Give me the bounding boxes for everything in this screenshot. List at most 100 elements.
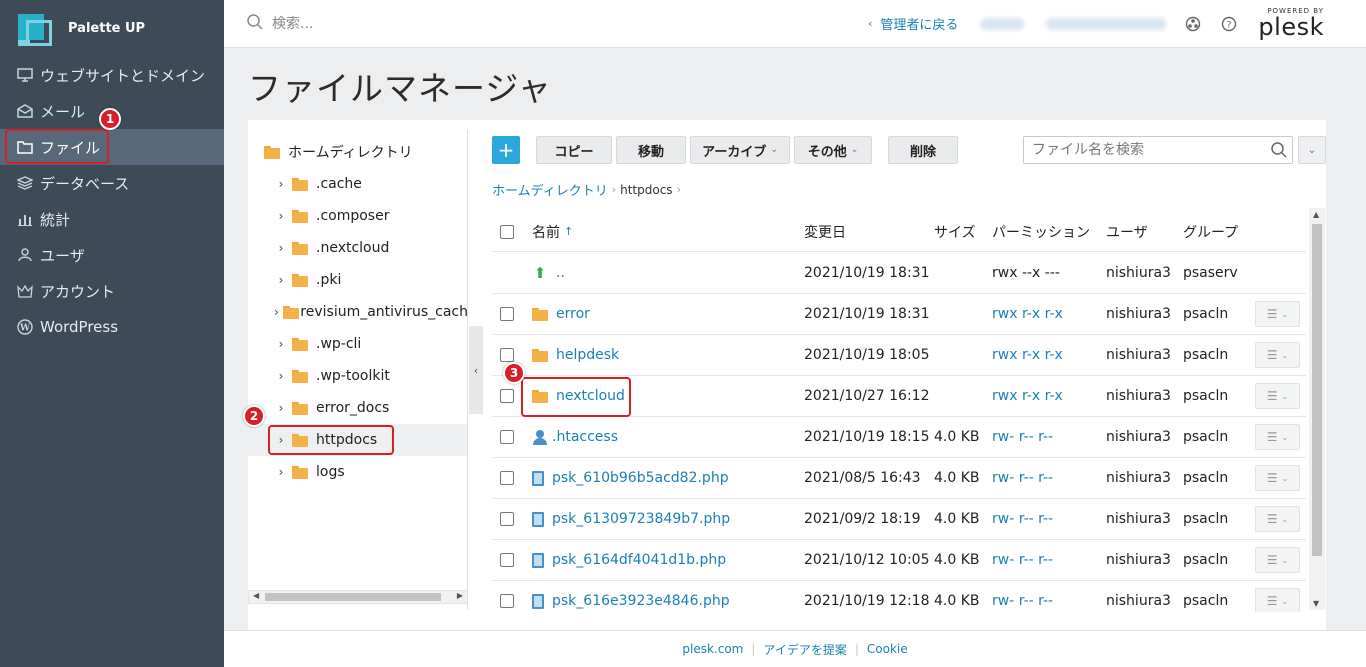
- search-icon[interactable]: [1270, 141, 1288, 163]
- file-name-link[interactable]: error: [556, 306, 590, 322]
- table-row[interactable]: helpdesk 2021/10/19 18:05 rwx r-x r-x ni…: [492, 335, 1306, 376]
- delete-button[interactable]: 削除: [888, 136, 958, 164]
- tree-item[interactable]: › .nextcloud: [248, 232, 467, 264]
- row-actions-button[interactable]: ☰ ⌄: [1255, 383, 1300, 409]
- add-button[interactable]: +: [492, 136, 520, 164]
- column-header-name[interactable]: 名前 ↑: [532, 222, 573, 242]
- tree-item[interactable]: › .wp-toolkit: [248, 360, 467, 392]
- scrollbar-thumb[interactable]: [265, 593, 441, 601]
- file-name-link[interactable]: helpdesk: [556, 347, 619, 363]
- scroll-left-icon[interactable]: ◀: [253, 591, 259, 600]
- scroll-up-icon[interactable]: ▲: [1313, 210, 1319, 219]
- back-to-admin-link[interactable]: ‹ 管理者に戻る: [868, 14, 958, 33]
- tree-horizontal-scrollbar[interactable]: ◀ ▶: [248, 590, 468, 604]
- tree-collapse-button[interactable]: ‹: [469, 326, 483, 414]
- row-actions-button[interactable]: ☰ ⌄: [1255, 465, 1300, 491]
- permission-link[interactable]: rw- r-- r--: [992, 470, 1053, 486]
- row-checkbox[interactable]: [500, 307, 514, 321]
- row-actions-button[interactable]: ☰ ⌄: [1255, 588, 1300, 612]
- sidebar-item-databases[interactable]: データベース: [0, 165, 224, 201]
- file-name-cell[interactable]: psk_61309723849b7.php: [532, 511, 730, 527]
- scroll-right-icon[interactable]: ▶: [457, 591, 463, 600]
- file-name-link[interactable]: psk_616e3923e4846.php: [552, 593, 730, 609]
- permission-link[interactable]: rwx r-x r-x: [992, 306, 1063, 322]
- tree-item[interactable]: › .composer: [248, 200, 467, 232]
- tree-item[interactable]: › .pki: [248, 264, 467, 296]
- column-header-permission[interactable]: パーミッション: [992, 222, 1090, 242]
- copy-button[interactable]: コピー: [536, 136, 612, 164]
- sidebar-item-wordpress[interactable]: W WordPress: [0, 309, 224, 345]
- table-row[interactable]: ⬆ .. 2021/10/19 18:31 rwx --x --- nishiu…: [492, 253, 1306, 294]
- file-name-cell[interactable]: ⬆ ..: [532, 264, 565, 282]
- tree-item[interactable]: › error_docs: [248, 392, 467, 424]
- file-name-link[interactable]: .htaccess: [552, 429, 618, 445]
- row-checkbox[interactable]: [500, 389, 514, 403]
- select-all-checkbox[interactable]: [500, 224, 514, 239]
- brand[interactable]: Palette UP: [0, 0, 224, 56]
- chevron-right-icon[interactable]: ›: [274, 401, 288, 415]
- archive-dropdown[interactable]: アーカイブ ⌄: [690, 136, 790, 164]
- table-row[interactable]: psk_616e3923e4846.php 2021/10/19 12:18 4…: [492, 581, 1306, 612]
- table-row[interactable]: .htaccess 2021/10/19 18:15 4.0 KB rw- r-…: [492, 417, 1306, 458]
- sidebar-item-account[interactable]: アカウント: [0, 273, 224, 309]
- chevron-right-icon[interactable]: ›: [274, 177, 288, 191]
- column-header-modified[interactable]: 変更日: [804, 222, 846, 242]
- move-button[interactable]: 移動: [616, 136, 686, 164]
- global-search-input[interactable]: [272, 15, 772, 32]
- row-actions-button[interactable]: ☰ ⌄: [1255, 424, 1300, 450]
- footer-link-cookie[interactable]: Cookie: [859, 642, 916, 656]
- tree-item-root[interactable]: ホームディレクトリ: [248, 136, 467, 168]
- extensions-icon[interactable]: [1184, 15, 1202, 33]
- file-name-link[interactable]: ..: [556, 265, 565, 281]
- file-name-cell[interactable]: error: [532, 306, 590, 322]
- other-dropdown[interactable]: その他 ⌄: [794, 136, 872, 164]
- permission-link[interactable]: rwx r-x r-x: [992, 388, 1063, 404]
- sidebar-item-websites[interactable]: ウェブサイトとドメイン: [0, 57, 224, 93]
- tree-item[interactable]: › logs: [248, 456, 467, 488]
- file-name-cell[interactable]: .htaccess: [532, 429, 618, 445]
- row-actions-button[interactable]: ☰ ⌄: [1255, 547, 1300, 573]
- table-row[interactable]: psk_610b96b5acd82.php 2021/08/5 16:43 4.…: [492, 458, 1306, 499]
- scrollbar-thumb[interactable]: [1312, 224, 1322, 556]
- footer-link-idea[interactable]: アイデアを提案: [755, 641, 854, 658]
- table-vertical-scrollbar[interactable]: ▲ ▼: [1309, 208, 1325, 610]
- sidebar-item-stats[interactable]: 統計: [0, 201, 224, 237]
- blurred-account-menu[interactable]: [1046, 17, 1167, 30]
- row-checkbox[interactable]: [500, 553, 514, 567]
- chevron-right-icon[interactable]: ›: [274, 241, 288, 255]
- search-options-dropdown[interactable]: ⌄: [1298, 136, 1326, 164]
- permission-link[interactable]: rw- r-- r--: [992, 593, 1053, 609]
- column-header-user[interactable]: ユーザ: [1106, 222, 1148, 242]
- file-name-link[interactable]: psk_61309723849b7.php: [552, 511, 730, 527]
- table-row[interactable]: psk_6164df4041d1b.php 2021/10/12 10:05 4…: [492, 540, 1306, 581]
- blurred-subscription-selector[interactable]: [980, 17, 1025, 30]
- chevron-right-icon[interactable]: ›: [274, 273, 288, 287]
- table-row[interactable]: psk_61309723849b7.php 2021/09/2 18:19 4.…: [492, 499, 1306, 540]
- row-actions-button[interactable]: ☰ ⌄: [1255, 506, 1300, 532]
- tree-item[interactable]: › .wp-cli: [248, 328, 467, 360]
- row-checkbox[interactable]: [500, 430, 514, 444]
- permission-link[interactable]: rwx r-x r-x: [992, 347, 1063, 363]
- file-name-cell[interactable]: psk_610b96b5acd82.php: [532, 470, 729, 486]
- file-name-cell[interactable]: helpdesk: [532, 347, 619, 363]
- chevron-right-icon[interactable]: ›: [274, 305, 279, 319]
- row-checkbox[interactable]: [500, 348, 514, 362]
- permission-link[interactable]: rw- r-- r--: [992, 511, 1053, 527]
- row-checkbox[interactable]: [500, 594, 514, 608]
- column-header-group[interactable]: グループ: [1183, 222, 1238, 242]
- footer-link-plesk[interactable]: plesk.com: [674, 642, 751, 656]
- file-name-cell[interactable]: psk_6164df4041d1b.php: [532, 552, 726, 568]
- table-row[interactable]: error 2021/10/19 18:31 rwx r-x r-x nishi…: [492, 294, 1306, 335]
- file-name-link[interactable]: psk_6164df4041d1b.php: [552, 552, 726, 568]
- permission-link[interactable]: rw- r-- r--: [992, 429, 1053, 445]
- chevron-right-icon[interactable]: ›: [274, 369, 288, 383]
- chevron-right-icon[interactable]: ›: [274, 465, 288, 479]
- file-name-link[interactable]: psk_610b96b5acd82.php: [552, 470, 729, 486]
- tree-item[interactable]: › .cache: [248, 168, 467, 200]
- help-icon[interactable]: ?: [1220, 15, 1238, 33]
- sidebar-item-users[interactable]: ユーザ: [0, 237, 224, 273]
- chevron-right-icon[interactable]: ›: [274, 337, 288, 351]
- column-header-size[interactable]: サイズ: [934, 222, 976, 242]
- row-actions-button[interactable]: ☰ ⌄: [1255, 301, 1300, 327]
- file-search-input[interactable]: [1032, 142, 1262, 158]
